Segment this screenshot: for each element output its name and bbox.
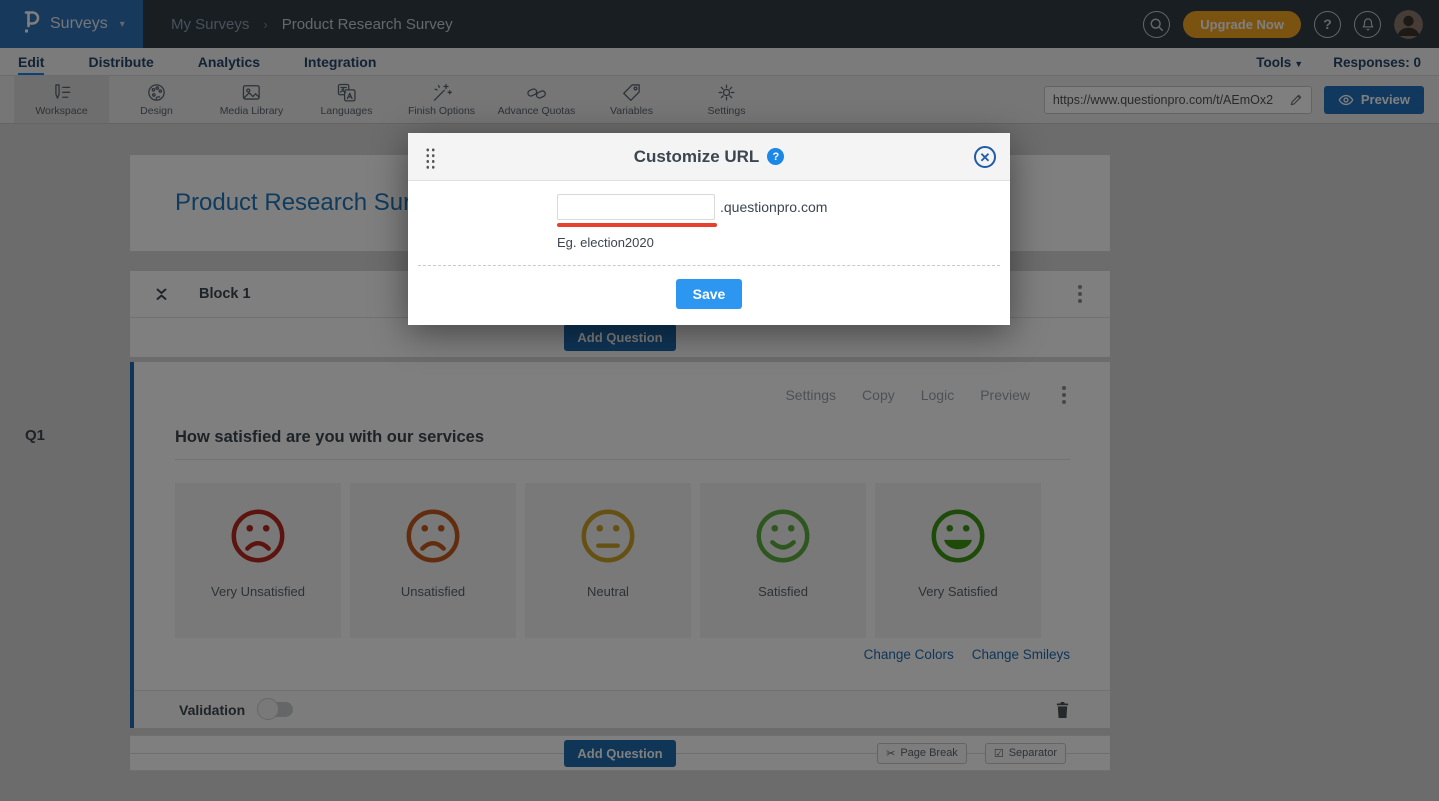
- custom-url-input[interactable]: [557, 194, 715, 220]
- modal-header: Customize URL ? ✕: [408, 133, 1010, 181]
- modal-title: Customize URL ?: [634, 147, 785, 167]
- custom-url-row: .questionpro.com: [557, 194, 1010, 227]
- save-row: Save: [408, 279, 1010, 309]
- modal-backdrop: [0, 0, 1439, 801]
- example-hint: Eg. election2020: [557, 235, 1010, 250]
- save-button[interactable]: Save: [676, 279, 743, 309]
- modal-help-icon[interactable]: ?: [767, 148, 784, 165]
- custom-url-input-stack: [557, 194, 717, 227]
- dashed-divider: [418, 265, 1000, 266]
- customize-url-modal: Customize URL ? ✕ .questionpro.com Eg. e…: [408, 133, 1010, 325]
- app-root: Surveys ▾ My Surveys › Product Research …: [0, 0, 1439, 801]
- modal-body: .questionpro.com Eg. election2020 Save: [408, 181, 1010, 325]
- error-underline: [557, 223, 717, 227]
- domain-suffix: .questionpro.com: [720, 199, 827, 215]
- drag-handle-icon[interactable]: [425, 147, 435, 169]
- close-icon[interactable]: ✕: [974, 146, 996, 168]
